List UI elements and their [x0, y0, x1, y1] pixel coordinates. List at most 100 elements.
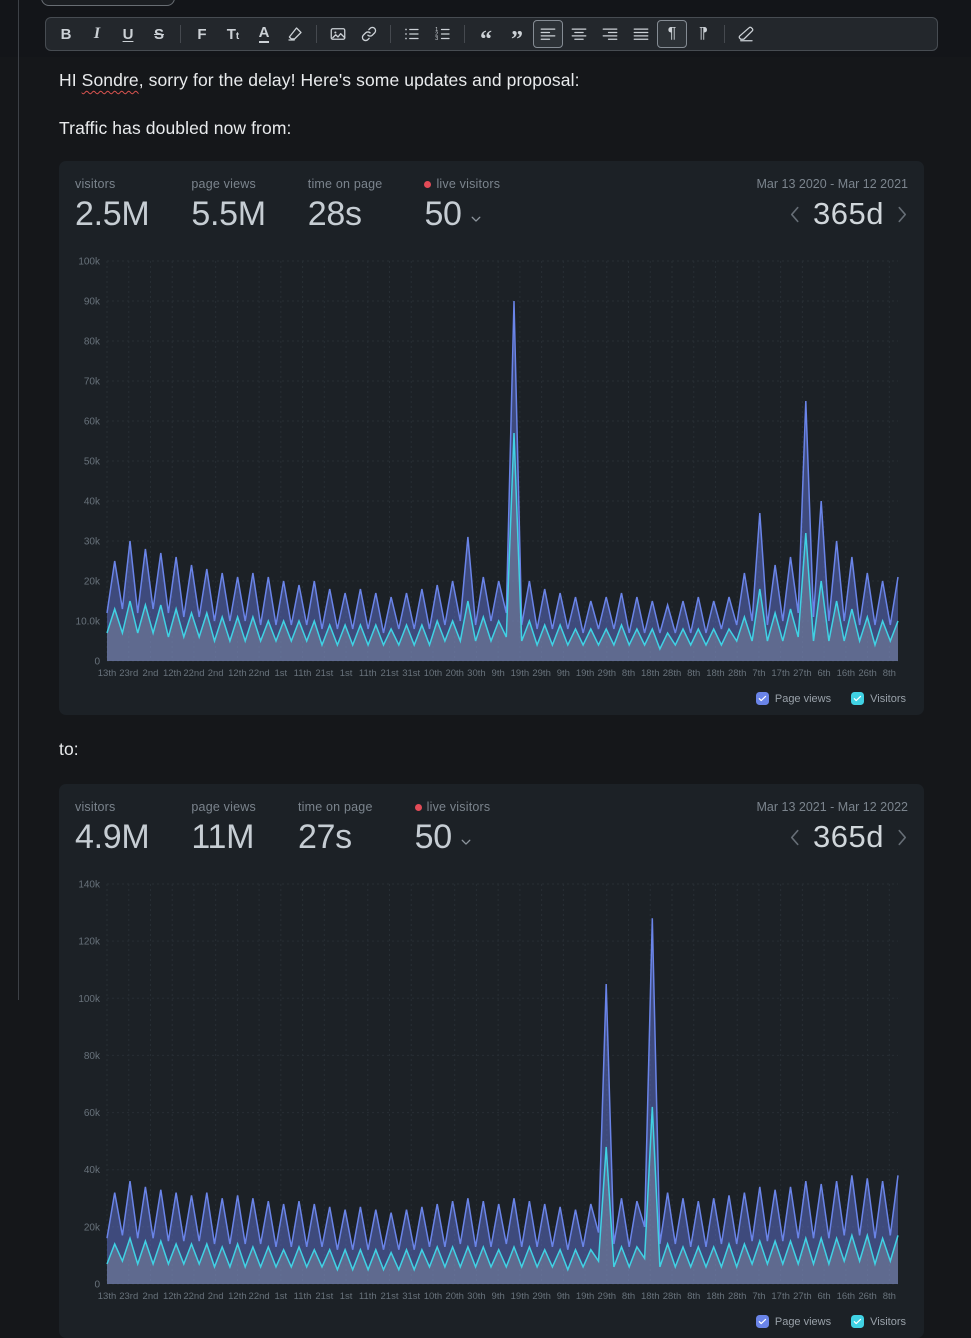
- svg-text:13th: 13th: [98, 668, 117, 679]
- direction-rtl-button[interactable]: ¶: [688, 20, 718, 48]
- svg-text:100k: 100k: [78, 994, 101, 1005]
- underline-button[interactable]: U: [113, 20, 143, 48]
- prev-period-button[interactable]: [789, 205, 800, 224]
- misspelled-word[interactable]: Sondre: [82, 70, 139, 90]
- svg-text:9th: 9th: [492, 1291, 505, 1302]
- chart-area: 13th 23rd 2nd 12th 22nd 2nd 12th 22nd 1st 11th 21s…: [75, 874, 908, 1313]
- svg-text:50k: 50k: [84, 457, 101, 468]
- live-visitors-dropdown[interactable]: 50: [415, 818, 491, 856]
- svg-text:20k: 20k: [84, 1223, 101, 1234]
- align-left-button[interactable]: [533, 20, 563, 48]
- link-icon: [360, 25, 378, 43]
- live-visitors-dropdown[interactable]: 50: [424, 195, 500, 233]
- chevron-down-icon: [459, 835, 473, 849]
- editor-left-border: [18, 0, 19, 1000]
- svg-text:29th: 29th: [598, 668, 617, 679]
- align-justify-button[interactable]: [626, 20, 656, 48]
- checkbox-checked-icon: [755, 692, 769, 706]
- stat-visitors: visitors 4.9M: [75, 800, 150, 856]
- bullet-list-button[interactable]: [397, 20, 427, 48]
- svg-text:19th: 19th: [511, 1291, 530, 1302]
- editor-content[interactable]: HI Sondre, sorry for the delay! Here's s…: [0, 0, 971, 1338]
- next-period-button[interactable]: [897, 205, 908, 224]
- highlighter-icon: [286, 25, 304, 43]
- clear-formatting-button[interactable]: [731, 20, 761, 48]
- svg-text:2nd: 2nd: [143, 1291, 159, 1302]
- svg-text:27th: 27th: [793, 1291, 812, 1302]
- svg-text:2nd: 2nd: [208, 668, 224, 679]
- italic-icon: I: [93, 25, 101, 42]
- svg-text:7th: 7th: [752, 1291, 765, 1302]
- prev-period-button[interactable]: [789, 828, 800, 847]
- strikethrough-button[interactable]: S: [144, 20, 174, 48]
- svg-text:1st: 1st: [340, 1291, 353, 1302]
- analytics-card-2: visitors 4.9M page views 11M time on pag…: [59, 784, 924, 1338]
- svg-text:10th: 10th: [424, 668, 443, 679]
- stat-label: time on page: [307, 177, 383, 191]
- traffic-chart[interactable]: 13th 23rd 2nd 12th 22nd 2nd 12th 22nd 1st 11th 21s…: [75, 251, 908, 685]
- checkbox-checked-icon: [755, 1315, 769, 1329]
- next-period-button[interactable]: [897, 828, 908, 847]
- date-range-label: Mar 13 2021 - Mar 12 2022: [756, 800, 908, 815]
- svg-text:0: 0: [94, 657, 100, 668]
- svg-text:30th: 30th: [467, 668, 486, 679]
- paragraph-greeting[interactable]: HI Sondre, sorry for the delay! Here's s…: [59, 70, 924, 91]
- font-button[interactable]: F: [187, 20, 217, 48]
- insert-link-button[interactable]: [354, 20, 384, 48]
- stat-live-visitors: live visitors 50: [424, 177, 500, 233]
- svg-text:29th: 29th: [532, 1291, 551, 1302]
- bold-button[interactable]: B: [51, 20, 81, 48]
- svg-text:11th: 11th: [359, 1291, 377, 1302]
- svg-text:140k: 140k: [78, 880, 101, 891]
- svg-text:6th: 6th: [818, 668, 831, 679]
- live-dot-icon: [414, 803, 422, 811]
- quote-close-button[interactable]: ”: [502, 20, 532, 52]
- align-right-button[interactable]: [595, 20, 625, 48]
- stat-label: page views: [191, 177, 256, 191]
- legend-item-page-views[interactable]: Page views: [755, 1315, 831, 1329]
- svg-text:9th: 9th: [492, 668, 505, 679]
- italic-button[interactable]: I: [82, 20, 112, 48]
- quote-open-button[interactable]: “: [471, 20, 501, 52]
- legend-item-visitors[interactable]: Visitors: [851, 1315, 906, 1329]
- svg-text:1st: 1st: [340, 668, 353, 679]
- svg-text:20th: 20th: [445, 668, 464, 679]
- svg-text:20th: 20th: [445, 1291, 464, 1302]
- text-size-button[interactable]: Tt: [218, 20, 248, 48]
- stat-visitors: visitors 2.5M: [75, 177, 150, 233]
- svg-text:17th: 17th: [771, 1291, 790, 1302]
- paragraph-to[interactable]: to:: [59, 739, 924, 760]
- legend-item-visitors[interactable]: Visitors: [851, 692, 906, 706]
- stats-header: visitors 4.9M page views 11M time on pag…: [75, 800, 908, 856]
- insert-image-button[interactable]: [323, 20, 353, 48]
- legend-item-page-views[interactable]: Page views: [755, 692, 831, 706]
- period-selector[interactable]: 365d: [813, 819, 884, 855]
- text-color-button[interactable]: A: [249, 20, 279, 48]
- svg-text:6th: 6th: [818, 1291, 831, 1302]
- svg-text:21st: 21st: [381, 668, 399, 679]
- svg-text:13th: 13th: [98, 1291, 117, 1302]
- align-left-icon: [539, 25, 557, 43]
- paragraph-intro[interactable]: Traffic has doubled now from:: [59, 118, 924, 139]
- direction-ltr-button[interactable]: ¶: [657, 20, 687, 48]
- svg-text:10th: 10th: [424, 1291, 443, 1302]
- svg-text:40k: 40k: [84, 1165, 101, 1176]
- partial-button[interactable]: [41, 0, 175, 6]
- ordered-list-button[interactable]: 123: [428, 20, 458, 48]
- stat-value: 2.5M: [75, 195, 150, 233]
- svg-text:22nd: 22nd: [249, 1291, 270, 1302]
- pilcrow-rtl-icon: ¶: [698, 25, 708, 42]
- stat-live-visitors: live visitors 50: [414, 800, 491, 856]
- svg-text:26th: 26th: [858, 668, 877, 679]
- align-center-button[interactable]: [564, 20, 594, 48]
- svg-text:70k: 70k: [84, 377, 101, 388]
- traffic-chart[interactable]: 13th 23rd 2nd 12th 22nd 2nd 12th 22nd 1st 11th 21s…: [75, 874, 908, 1308]
- svg-text:22nd: 22nd: [183, 1291, 204, 1302]
- bold-icon: B: [60, 25, 72, 43]
- svg-text:23rd: 23rd: [119, 668, 138, 679]
- formatting-toolbar: B I U S F Tt A 1 2 3 “” ¶ ¶: [45, 17, 938, 52]
- svg-text:9th: 9th: [557, 1291, 570, 1302]
- highlight-button[interactable]: [280, 20, 310, 48]
- period-selector[interactable]: 365d: [813, 196, 884, 232]
- svg-text:0: 0: [94, 1280, 100, 1291]
